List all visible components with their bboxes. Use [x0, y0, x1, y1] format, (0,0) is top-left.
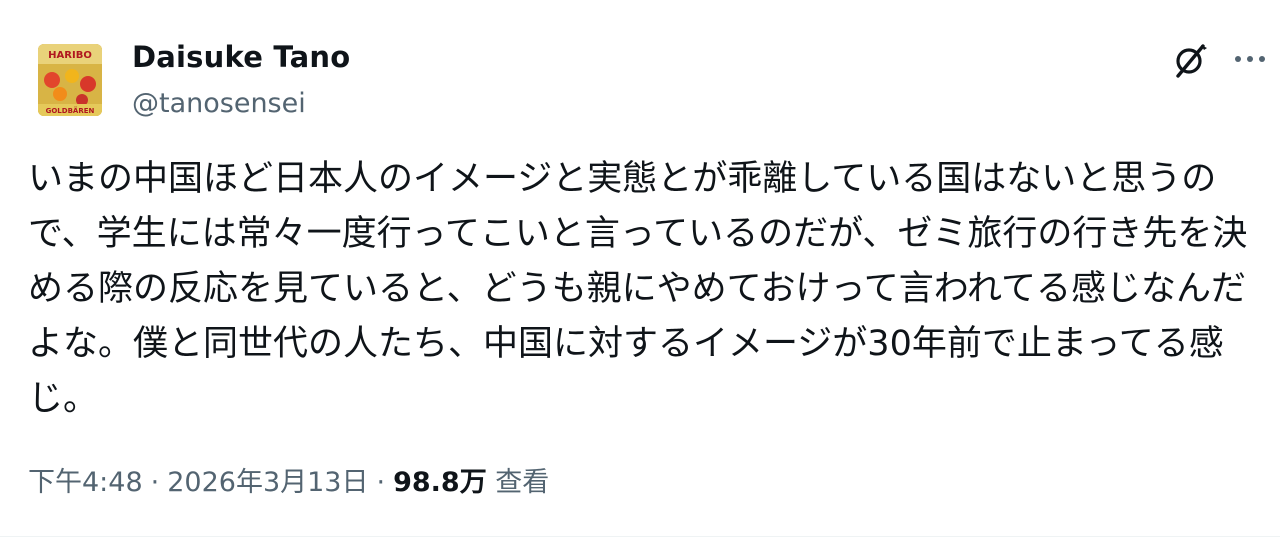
avatar[interactable]: HARIBO GOLDBÄREN [38, 44, 102, 116]
more-options-icon[interactable] [1232, 48, 1268, 70]
divider [0, 536, 1280, 537]
tweet-time[interactable]: 下午4:48 [28, 467, 143, 498]
avatar-subtext: GOLDBÄREN [46, 106, 95, 115]
tweet-date[interactable]: 2026年3月13日 [167, 467, 368, 498]
tweet-text: いまの中国ほど日本人のイメージと実態とが乖離している国はないと思うので、学生には… [28, 159, 1248, 419]
grok-icon[interactable] [1170, 40, 1212, 82]
author-handle[interactable]: @tanosensei [132, 88, 306, 119]
avatar-image: HARIBO GOLDBÄREN [38, 44, 102, 116]
meta-separator: · [150, 467, 160, 498]
tweet-meta: 下午4:48 · 2026年3月13日 · 98.8万 查看 [28, 460, 549, 499]
views-label: 查看 [495, 467, 550, 498]
tweet-card: HARIBO GOLDBÄREN Daisuke Tano @tanosense… [0, 0, 1280, 542]
views-count: 98.8万 [393, 467, 487, 498]
author-display-name[interactable]: Daisuke Tano [132, 40, 350, 74]
avatar-brand-text: HARIBO [48, 50, 92, 61]
meta-separator: · [376, 467, 386, 498]
